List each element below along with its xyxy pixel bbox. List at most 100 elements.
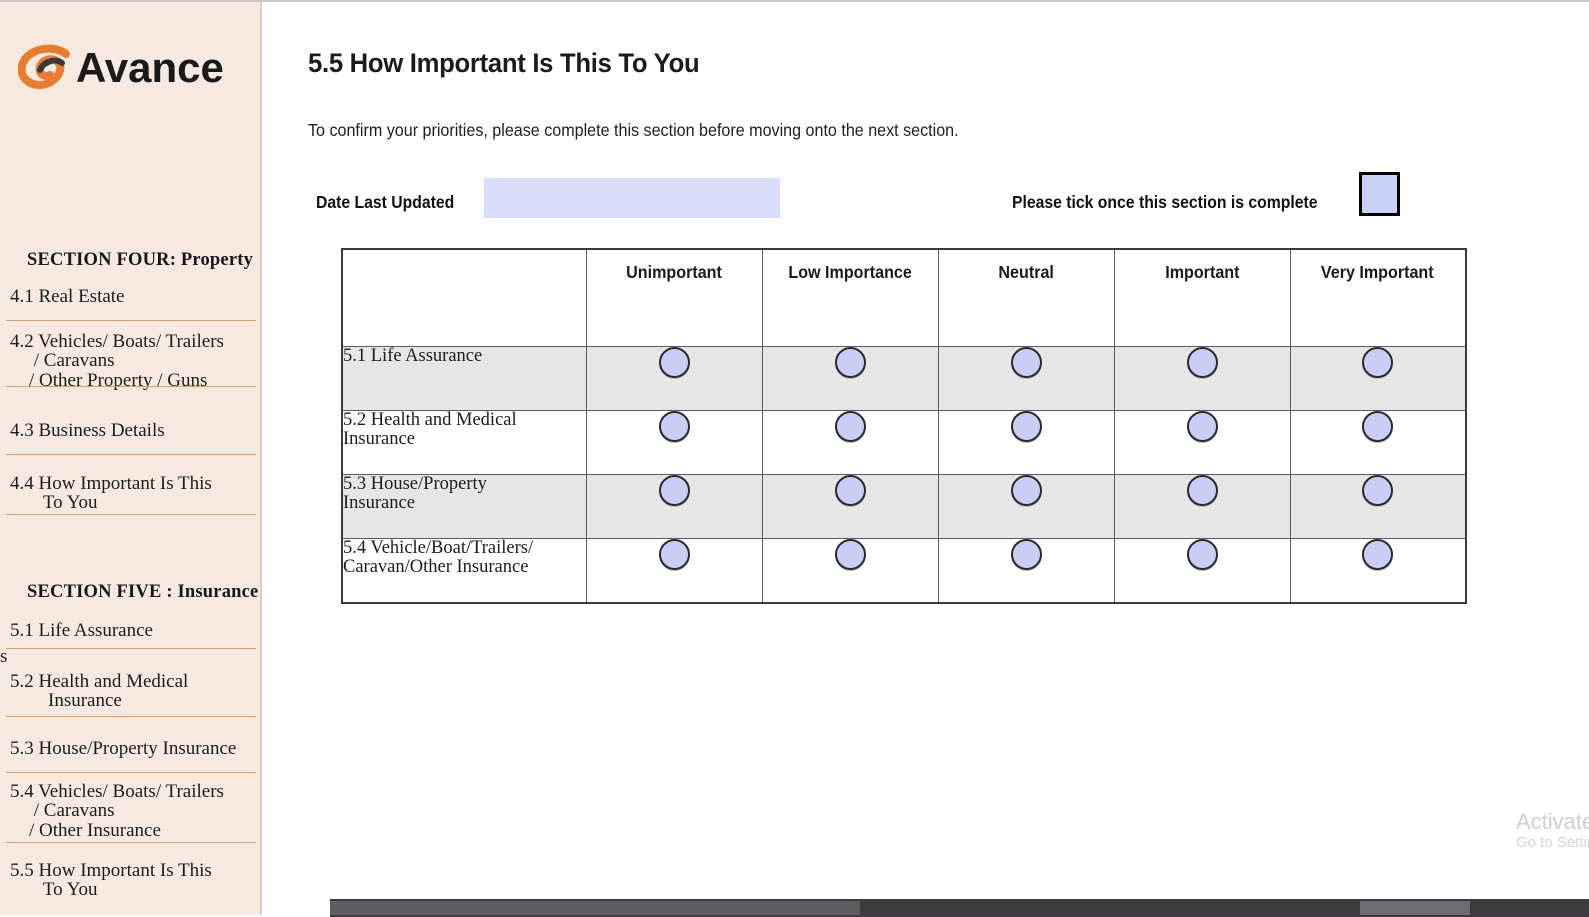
importance-matrix-table: Unimportant Low Importance Neutral Impor… — [341, 248, 1467, 604]
radio-cell-5-3-unimportant[interactable] — [585, 474, 763, 539]
matrix-row-label-5-1: 5.1 Life Assurance — [341, 346, 587, 411]
table-row: 5.4 Vehicle/Boat/Trailers/ Caravan/Other… — [341, 538, 1467, 604]
horizontal-scrollbar-segment[interactable] — [1360, 901, 1470, 915]
radio-icon[interactable] — [1010, 539, 1042, 570]
matrix-col-label: Neutral — [998, 262, 1054, 282]
matrix-col-low-importance: Low Importance — [761, 248, 939, 347]
section-complete-label: Please tick once this section is complet… — [1012, 192, 1318, 212]
radio-cell-5-1-neutral[interactable] — [937, 346, 1115, 411]
radio-icon[interactable] — [834, 539, 866, 570]
main-content: 5.5 How Important Is This To You To conf… — [264, 2, 1589, 915]
radio-cell-5-4-low-importance[interactable] — [761, 538, 939, 604]
page-title: 5.5 How Important Is This To You — [308, 48, 700, 78]
section-complete-checkbox[interactable] — [1359, 172, 1400, 216]
intro-text: To confirm your priorities, please compl… — [308, 120, 959, 140]
matrix-col-label: Important — [1164, 262, 1240, 282]
matrix-col-unimportant: Unimportant — [585, 248, 763, 347]
sidebar-item-4-1[interactable]: 4.1 Real Estate — [0, 287, 260, 307]
table-row: 5.2 Health and Medical Insurance — [341, 410, 1467, 475]
radio-icon[interactable] — [1186, 411, 1218, 442]
radio-icon[interactable] — [1186, 475, 1218, 506]
sidebar-divider-8 — [6, 842, 256, 843]
radio-icon[interactable] — [1362, 347, 1394, 378]
radio-cell-5-4-unimportant[interactable] — [585, 538, 763, 604]
radio-icon[interactable] — [658, 347, 690, 378]
matrix-row-label-5-2: 5.2 Health and Medical Insurance — [341, 410, 587, 475]
radio-cell-5-3-low-importance[interactable] — [761, 474, 939, 539]
watermark-line-1: Activate Windows — [1516, 810, 1589, 834]
date-last-updated-label: Date Last Updated — [316, 192, 455, 212]
radio-cell-5-2-neutral[interactable] — [937, 410, 1115, 475]
radio-icon[interactable] — [1186, 347, 1218, 378]
sidebar-item-5-4[interactable]: 5.4 Vehicles/ Boats/ Trailers / Caravans… — [0, 782, 260, 840]
radio-cell-5-3-neutral[interactable] — [937, 474, 1115, 539]
sidebar-divider-5 — [6, 648, 256, 649]
sidebar-item-5-3[interactable]: 5.3 House/Property Insurance — [0, 739, 260, 759]
radio-cell-5-4-very-important[interactable] — [1289, 538, 1467, 604]
matrix-col-label: Unimportant — [626, 262, 722, 282]
stray-character: s — [0, 646, 8, 667]
matrix-col-very-important: Very Important — [1289, 248, 1467, 347]
sidebar-item-4-2[interactable]: 4.2 Vehicles/ Boats/ Trailers / Caravans… — [0, 332, 260, 390]
radio-cell-5-4-neutral[interactable] — [937, 538, 1115, 604]
radio-cell-5-2-unimportant[interactable] — [585, 410, 763, 475]
brand-logo: Avance — [18, 40, 244, 96]
brand-wordmark: Avance — [76, 44, 224, 91]
radio-cell-5-2-low-importance[interactable] — [761, 410, 939, 475]
radio-icon[interactable] — [658, 539, 690, 570]
radio-icon[interactable] — [658, 475, 690, 506]
matrix-body: 5.1 Life Assurance 5.2 Health and Medica… — [341, 346, 1467, 604]
sidebar-item-4-3[interactable]: 4.3 Business Details — [0, 421, 260, 441]
matrix-col-label: Low Importance — [788, 262, 912, 282]
radio-icon[interactable] — [1010, 347, 1042, 378]
sidebar-item-5-2[interactable]: 5.2 Health and Medical Insurance — [0, 672, 260, 711]
matrix-row-label-5-4: 5.4 Vehicle/Boat/Trailers/ Caravan/Other… — [341, 538, 587, 604]
matrix-header-row: Unimportant Low Importance Neutral Impor… — [341, 248, 1467, 347]
sidebar-section-title-four: SECTION FOUR: Property — [27, 250, 254, 270]
sidebar-divider-4 — [6, 514, 256, 515]
horizontal-scrollbar-track[interactable] — [330, 899, 1589, 917]
radio-cell-5-3-very-important[interactable] — [1289, 474, 1467, 539]
radio-icon[interactable] — [1362, 411, 1394, 442]
radio-cell-5-1-low-importance[interactable] — [761, 346, 939, 411]
activate-windows-watermark: Activate Windows Go to Settings to activ… — [1516, 810, 1589, 852]
sidebar-divider-6 — [6, 716, 256, 717]
radio-cell-5-1-important[interactable] — [1113, 346, 1291, 411]
swoosh-icon — [18, 44, 70, 89]
radio-icon[interactable] — [834, 347, 866, 378]
radio-icon[interactable] — [1362, 539, 1394, 570]
avance-logo-svg: Avance — [18, 44, 224, 91]
table-row: 5.3 House/Property Insurance — [341, 474, 1467, 539]
radio-cell-5-1-unimportant[interactable] — [585, 346, 763, 411]
matrix-row-label-5-3: 5.3 House/Property Insurance — [341, 474, 587, 539]
date-last-updated-input[interactable] — [484, 178, 780, 218]
radio-icon[interactable] — [834, 475, 866, 506]
matrix-col-important: Important — [1113, 248, 1291, 347]
radio-icon[interactable] — [1010, 411, 1042, 442]
radio-cell-5-2-important[interactable] — [1113, 410, 1291, 475]
radio-cell-5-3-important[interactable] — [1113, 474, 1291, 539]
matrix-col-label: Very Important — [1321, 262, 1435, 282]
horizontal-scrollbar-thumb[interactable] — [330, 901, 860, 915]
sidebar-item-5-1[interactable]: 5.1 Life Assurance — [0, 621, 260, 641]
radio-icon[interactable] — [1010, 475, 1042, 506]
sidebar-section-title-five: SECTION FIVE : Insurance — [27, 582, 259, 602]
radio-icon[interactable] — [1362, 475, 1394, 506]
sidebar-item-5-5[interactable]: 5.5 How Important Is This To You — [0, 861, 260, 900]
radio-cell-5-2-very-important[interactable] — [1289, 410, 1467, 475]
importance-matrix: Unimportant Low Importance Neutral Impor… — [341, 248, 1467, 604]
watermark-line-2: Go to Settings to activate Windows. — [1516, 834, 1589, 852]
sidebar-divider-7 — [6, 772, 256, 773]
table-row: 5.1 Life Assurance — [341, 346, 1467, 411]
radio-icon[interactable] — [834, 411, 866, 442]
matrix-col-neutral: Neutral — [937, 248, 1115, 347]
radio-icon[interactable] — [1186, 539, 1218, 570]
matrix-corner-cell — [341, 248, 587, 347]
radio-cell-5-1-very-important[interactable] — [1289, 346, 1467, 411]
sidebar-divider-2 — [6, 386, 256, 387]
sidebar-item-4-4[interactable]: 4.4 How Important Is This To You — [0, 474, 260, 513]
radio-cell-5-4-important[interactable] — [1113, 538, 1291, 604]
sidebar-divider-3 — [6, 454, 256, 455]
sidebar: Avance SECTION FOUR: Property 4.1 Real E… — [0, 2, 262, 915]
radio-icon[interactable] — [658, 411, 690, 442]
